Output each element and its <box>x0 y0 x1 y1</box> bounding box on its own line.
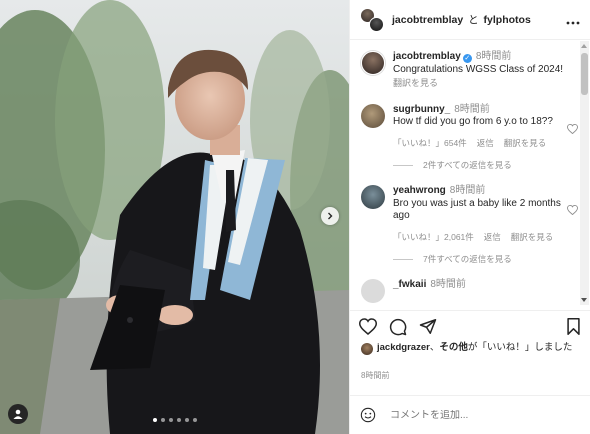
post-actions-bar <box>350 310 590 342</box>
comment-item: yeahwrong 8時間前 Bro you was just a baby li… <box>350 185 590 243</box>
post-time[interactable]: 8時間前 <box>361 370 389 381</box>
comment-input[interactable] <box>390 409 580 421</box>
divider <box>393 258 413 260</box>
more-options-icon <box>566 21 580 24</box>
view-replies-label: 2件すべての返信を見る <box>423 160 512 170</box>
carousel-indicator <box>0 418 349 422</box>
carousel-dot <box>168 418 173 422</box>
caption-time: 8時間前 <box>475 51 512 62</box>
user-tags-button[interactable] <box>8 404 28 424</box>
bookmark-icon <box>567 318 580 335</box>
heart-icon <box>359 318 377 335</box>
view-replies-button[interactable]: 2件すべての返信を見る <box>393 159 590 171</box>
post-photo[interactable] <box>0 0 349 434</box>
avatar <box>369 16 384 32</box>
comment-username[interactable]: yeahwrong <box>393 185 446 196</box>
like-button[interactable] <box>359 318 377 335</box>
carousel-dot <box>160 418 165 422</box>
carousel-dot <box>184 418 189 422</box>
avatar[interactable] <box>361 51 385 75</box>
scroll-thumb[interactable] <box>581 53 588 95</box>
carousel-dot <box>152 418 157 422</box>
scroll-up-arrow-icon[interactable] <box>581 44 587 48</box>
collaborator-username[interactable]: fylphotos <box>484 14 531 26</box>
reply-button[interactable]: 返信 <box>484 231 501 244</box>
translate-link[interactable]: 翻訳を見る <box>504 137 547 150</box>
chevron-right-icon <box>328 212 333 220</box>
caption-username[interactable]: jacobtremblay <box>393 51 461 62</box>
comment-text: Bro you was just a baby like 2 months ag… <box>393 197 561 222</box>
comment-time: 8時間前 <box>449 185 486 196</box>
comment-item: sugrbunny_ 8時間前 How tf did you go from 6 … <box>350 103 590 150</box>
conjunction: と <box>468 14 479 26</box>
divider <box>393 164 413 166</box>
caption-translate-link[interactable]: 翻訳を見る <box>393 77 568 90</box>
add-comment-bar <box>350 395 590 434</box>
carousel-dot <box>192 418 197 422</box>
post-accounts: jacobtremblay と fylphotos <box>392 12 566 27</box>
avatar <box>361 343 373 355</box>
likes-suffix: が「いいね！」しました <box>467 342 573 353</box>
comment-likes[interactable]: 「いいね！」654件 <box>393 137 467 150</box>
next-slide-button[interactable] <box>321 207 339 225</box>
avatar[interactable] <box>361 103 385 128</box>
avatar[interactable] <box>361 279 385 303</box>
heart-icon[interactable] <box>567 205 578 215</box>
comment-likes[interactable]: 「いいね！」2,061件 <box>393 231 474 244</box>
post-details-panel: jacobtremblay と fylphotos jacobtremblay ✓… <box>349 0 590 434</box>
share-icon <box>419 319 437 334</box>
share-button[interactable] <box>419 318 437 335</box>
likes-others-link[interactable]: その他 <box>439 342 468 353</box>
caption: jacobtremblay ✓ 8時間前 Congratulations WGSS … <box>350 51 590 90</box>
comments-list[interactable]: jacobtremblay ✓ 8時間前 Congratulations WGSS … <box>350 41 590 305</box>
comment-button[interactable] <box>389 318 407 336</box>
save-button[interactable] <box>566 318 581 335</box>
caption-text: Congratulations WGSS Class of 2024! <box>393 63 564 75</box>
emoji-icon[interactable] <box>360 407 376 423</box>
view-replies-button[interactable]: 7件すべての返信を見る <box>393 253 590 265</box>
liker-username[interactable]: jackdgrazer <box>377 342 430 353</box>
collab-avatars[interactable] <box>360 7 384 32</box>
comment-time: 8時間前 <box>430 279 466 290</box>
carousel-dot <box>176 418 181 422</box>
likes-summary: jackdgrazer、その他が「いいね！」しました <box>361 342 580 355</box>
graduation-photo <box>0 0 349 434</box>
scroll-down-arrow-icon[interactable] <box>581 298 587 302</box>
likes-separator: 、 <box>429 342 440 353</box>
more-options-button[interactable] <box>566 15 580 25</box>
view-replies-label: 7件すべての返信を見る <box>423 254 512 264</box>
comment-username[interactable]: sugrbunny_ <box>393 104 450 115</box>
user-tag-icon <box>13 409 23 419</box>
heart-icon[interactable] <box>567 123 578 134</box>
verified-badge-icon: ✓ <box>462 54 472 63</box>
comment-text: How tf did you go from 6 y.o to 18?? <box>393 116 553 127</box>
avatar[interactable] <box>361 185 385 209</box>
comment-icon <box>389 318 407 335</box>
comment-item: _fwkaii 8時間前 <box>350 279 590 303</box>
post-header: jacobtremblay と fylphotos <box>350 0 590 40</box>
comment-time: 8時間前 <box>454 103 490 115</box>
reply-button[interactable]: 返信 <box>477 137 494 150</box>
comment-username[interactable]: _fwkaii <box>393 279 426 290</box>
comments-scrollbar[interactable] <box>580 41 589 305</box>
translate-link[interactable]: 翻訳を見る <box>511 231 554 244</box>
owner-username[interactable]: jacobtremblay <box>392 14 463 26</box>
